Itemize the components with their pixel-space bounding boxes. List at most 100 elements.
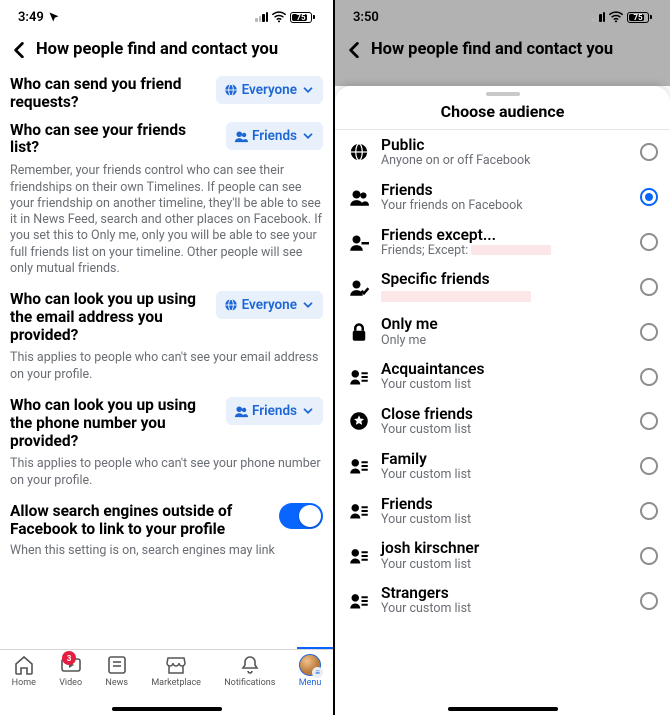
audience-option[interactable]: josh kirschnerYour custom list — [347, 533, 658, 578]
audience-name: Family — [381, 451, 630, 468]
lookup-phone-selector[interactable]: Friends — [226, 397, 323, 425]
audience-sub: Anyone on or off Facebook — [381, 154, 630, 168]
news-icon — [106, 654, 128, 676]
audience-name: Friends except... — [381, 227, 630, 244]
back-button[interactable] — [8, 38, 30, 60]
audience-option[interactable]: Specific friends — [347, 264, 658, 309]
audience-sub: Your custom list — [381, 468, 630, 482]
radio-button[interactable] — [640, 368, 658, 386]
status-time: 3:49 — [18, 10, 44, 25]
tab-marketplace-label: Marketplace — [151, 678, 201, 688]
audience-name: Acquaintances — [381, 361, 630, 378]
audience-sub: Your custom list — [381, 378, 630, 392]
chevron-down-icon — [301, 129, 315, 143]
back-button[interactable] — [343, 38, 365, 60]
star-icon — [347, 411, 371, 431]
tab-news-label: News — [105, 678, 128, 688]
audience-sub: Your friends on Facebook — [381, 199, 630, 213]
friends-list-helper: Remember, your friends control who can s… — [10, 159, 323, 283]
chevron-down-icon — [301, 404, 315, 418]
radio-button[interactable] — [640, 278, 658, 296]
audience-option[interactable]: FamilyYour custom list — [347, 444, 658, 489]
avatar-icon: ≡ — [299, 654, 321, 676]
lookup-email-helper: This applies to people who can't see you… — [10, 346, 323, 389]
battery-icon: 75 — [290, 12, 315, 23]
tab-notifications[interactable]: Notifications — [224, 654, 275, 688]
video-badge: 3 — [62, 651, 76, 665]
audience-option[interactable]: FriendsYour friends on Facebook — [347, 175, 658, 220]
audience-option[interactable]: PublicAnyone on or off Facebook — [347, 130, 658, 175]
radio-button[interactable] — [640, 592, 658, 610]
lookup-phone-value: Friends — [252, 403, 297, 419]
chevron-left-icon — [10, 40, 28, 58]
list-icon — [347, 501, 371, 521]
lookup-phone-label: Who can look you up using the phone numb… — [10, 397, 218, 450]
lock-icon — [347, 322, 371, 342]
battery-icon: 75 — [627, 12, 652, 23]
search-engines-helper: When this setting is on, search engines … — [10, 539, 323, 565]
page-title: How people find and contact you — [371, 40, 613, 59]
audience-option[interactable]: Friends except...Friends; Except: — [347, 220, 658, 265]
audience-sub: Only me — [381, 334, 630, 348]
settings-screen: 3:49 75 How people find and contact you … — [0, 0, 335, 715]
signal-icon — [592, 12, 605, 22]
lookup-email-value: Everyone — [242, 297, 297, 313]
globe-icon — [224, 298, 238, 312]
audience-sub: Your custom list — [381, 558, 630, 572]
status-time: 3:50 — [353, 10, 379, 25]
friends-icon — [347, 187, 371, 207]
audience-option[interactable]: AcquaintancesYour custom list — [347, 354, 658, 399]
radio-button[interactable] — [640, 412, 658, 430]
radio-button[interactable] — [640, 143, 658, 161]
radio-button[interactable] — [640, 502, 658, 520]
status-bar: 3:49 75 — [0, 0, 333, 28]
search-engines-toggle[interactable] — [279, 503, 323, 529]
friends-list-selector[interactable]: Friends — [226, 122, 323, 150]
audience-sheet: Choose audience PublicAnyone on or off F… — [335, 86, 670, 715]
radio-button[interactable] — [640, 547, 658, 565]
home-indicator[interactable] — [112, 707, 222, 711]
chevron-down-icon — [301, 298, 315, 312]
globe-icon — [347, 142, 371, 162]
audience-option[interactable]: Only meOnly me — [347, 309, 658, 354]
audience-sub: Your custom list — [381, 602, 630, 616]
tab-home[interactable]: Home — [12, 654, 36, 688]
tab-menu[interactable]: ≡Menu — [299, 654, 322, 688]
audience-name: Friends — [381, 496, 630, 513]
friend-requests-selector[interactable]: Everyone — [216, 76, 323, 104]
audience-name: Specific friends — [381, 271, 630, 288]
audience-sub: Friends; Except: — [381, 244, 630, 258]
wifi-icon — [272, 10, 286, 24]
status-bar: 3:50 75 — [335, 0, 670, 28]
audience-option[interactable]: Close friendsYour custom list — [347, 399, 658, 444]
friends-list-value: Friends — [252, 128, 297, 144]
page-header: How people find and contact you — [335, 28, 670, 68]
search-engines-label: Allow search engines outside of Facebook… — [10, 503, 269, 539]
tab-video[interactable]: 3 Video — [59, 654, 82, 688]
lookup-email-selector[interactable]: Everyone — [216, 291, 323, 319]
lookup-email-label: Who can look you up using the email addr… — [10, 291, 208, 344]
audience-name: Only me — [381, 316, 630, 333]
globe-icon — [224, 83, 238, 97]
friend-requests-label: Who can send you friend requests? — [10, 76, 208, 112]
audience-name: josh kirschner — [381, 540, 630, 557]
sheet-title: Choose audience — [335, 102, 670, 130]
radio-button[interactable] — [640, 323, 658, 341]
radio-button[interactable] — [640, 188, 658, 206]
audience-option[interactable]: StrangersYour custom list — [347, 578, 658, 623]
list-icon — [347, 456, 371, 476]
home-indicator[interactable] — [448, 707, 558, 711]
tab-marketplace[interactable]: Marketplace — [151, 654, 201, 688]
specific-icon — [347, 277, 371, 297]
friends-except-icon — [347, 232, 371, 252]
friends-icon — [234, 129, 248, 143]
marketplace-icon — [165, 654, 187, 676]
sheet-grabber[interactable] — [486, 92, 520, 96]
location-icon — [48, 11, 60, 23]
tab-video-label: Video — [59, 678, 82, 688]
audience-name: Strangers — [381, 585, 630, 602]
tab-news[interactable]: News — [105, 654, 128, 688]
radio-button[interactable] — [640, 233, 658, 251]
radio-button[interactable] — [640, 457, 658, 475]
audience-option[interactable]: FriendsYour custom list — [347, 489, 658, 534]
